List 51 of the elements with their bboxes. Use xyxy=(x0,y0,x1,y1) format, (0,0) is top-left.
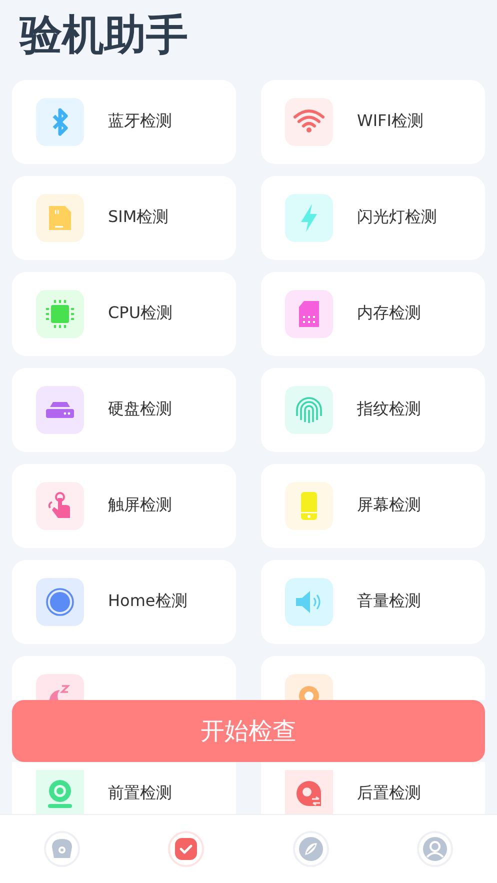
test-card[interactable]: Home检测 xyxy=(12,560,236,644)
test-card[interactable]: WIFI检测 xyxy=(261,80,485,164)
home-button-icon xyxy=(36,578,84,626)
fingerprint-icon xyxy=(285,386,333,434)
test-card[interactable]: 屏幕检测 xyxy=(261,464,485,548)
test-label: 闪光灯检测 xyxy=(357,207,437,228)
test-card[interactable]: SIM检测 xyxy=(12,176,236,260)
user-icon[interactable] xyxy=(416,831,453,868)
test-label: Home检测 xyxy=(108,591,188,612)
test-card[interactable] xyxy=(12,656,236,700)
camera-switch-icon xyxy=(285,770,333,814)
compass-icon[interactable] xyxy=(292,831,329,868)
test-card[interactable]: 内存检测 xyxy=(261,272,485,356)
test-label: 内存检测 xyxy=(357,303,421,324)
test-card[interactable]: 前置检测 xyxy=(12,762,236,814)
test-label: SIM检测 xyxy=(108,207,169,228)
test-label: 指纹检测 xyxy=(357,399,421,420)
test-label: 后置检测 xyxy=(357,782,421,804)
moon-icon xyxy=(36,674,84,700)
test-card[interactable]: 指纹检测 xyxy=(261,368,485,452)
test-label: 音量检测 xyxy=(357,591,421,612)
lightning-icon xyxy=(285,194,333,242)
test-card[interactable]: 音量检测 xyxy=(261,560,485,644)
test-card[interactable]: 闪光灯检测 xyxy=(261,176,485,260)
test-card[interactable]: 蓝牙检测 xyxy=(12,80,236,164)
device-tab-icon[interactable] xyxy=(44,831,80,868)
test-label: 屏幕检测 xyxy=(357,495,421,516)
page-title: 验机助手 xyxy=(18,9,189,61)
wifi-icon xyxy=(285,98,333,146)
test-label: WIFI检测 xyxy=(357,111,424,132)
test-label: CPU检测 xyxy=(108,303,173,324)
bluetooth-icon xyxy=(36,98,84,146)
sim-card-icon xyxy=(36,194,84,242)
test-label: 触屏检测 xyxy=(108,495,172,516)
test-label: 硬盘检测 xyxy=(108,399,172,420)
test-card[interactable]: 后置检测 xyxy=(261,762,485,814)
test-label: 前置检测 xyxy=(108,782,172,804)
phone-icon xyxy=(285,482,333,530)
test-card[interactable]: 硬盘检测 xyxy=(12,368,236,452)
test-label: 蓝牙检测 xyxy=(108,111,172,132)
test-card[interactable]: CPU检测 xyxy=(12,272,236,356)
webcam-icon xyxy=(36,770,84,814)
chip-icon xyxy=(36,290,84,338)
location-pin-icon xyxy=(285,674,333,700)
test-card[interactable]: 触屏检测 xyxy=(12,464,236,548)
hard-drive-icon xyxy=(36,386,84,434)
memory-card-icon xyxy=(285,290,333,338)
test-card[interactable] xyxy=(261,656,485,700)
speaker-icon xyxy=(285,578,333,626)
finger-tap-icon xyxy=(36,482,84,530)
check-icon[interactable] xyxy=(168,831,204,868)
